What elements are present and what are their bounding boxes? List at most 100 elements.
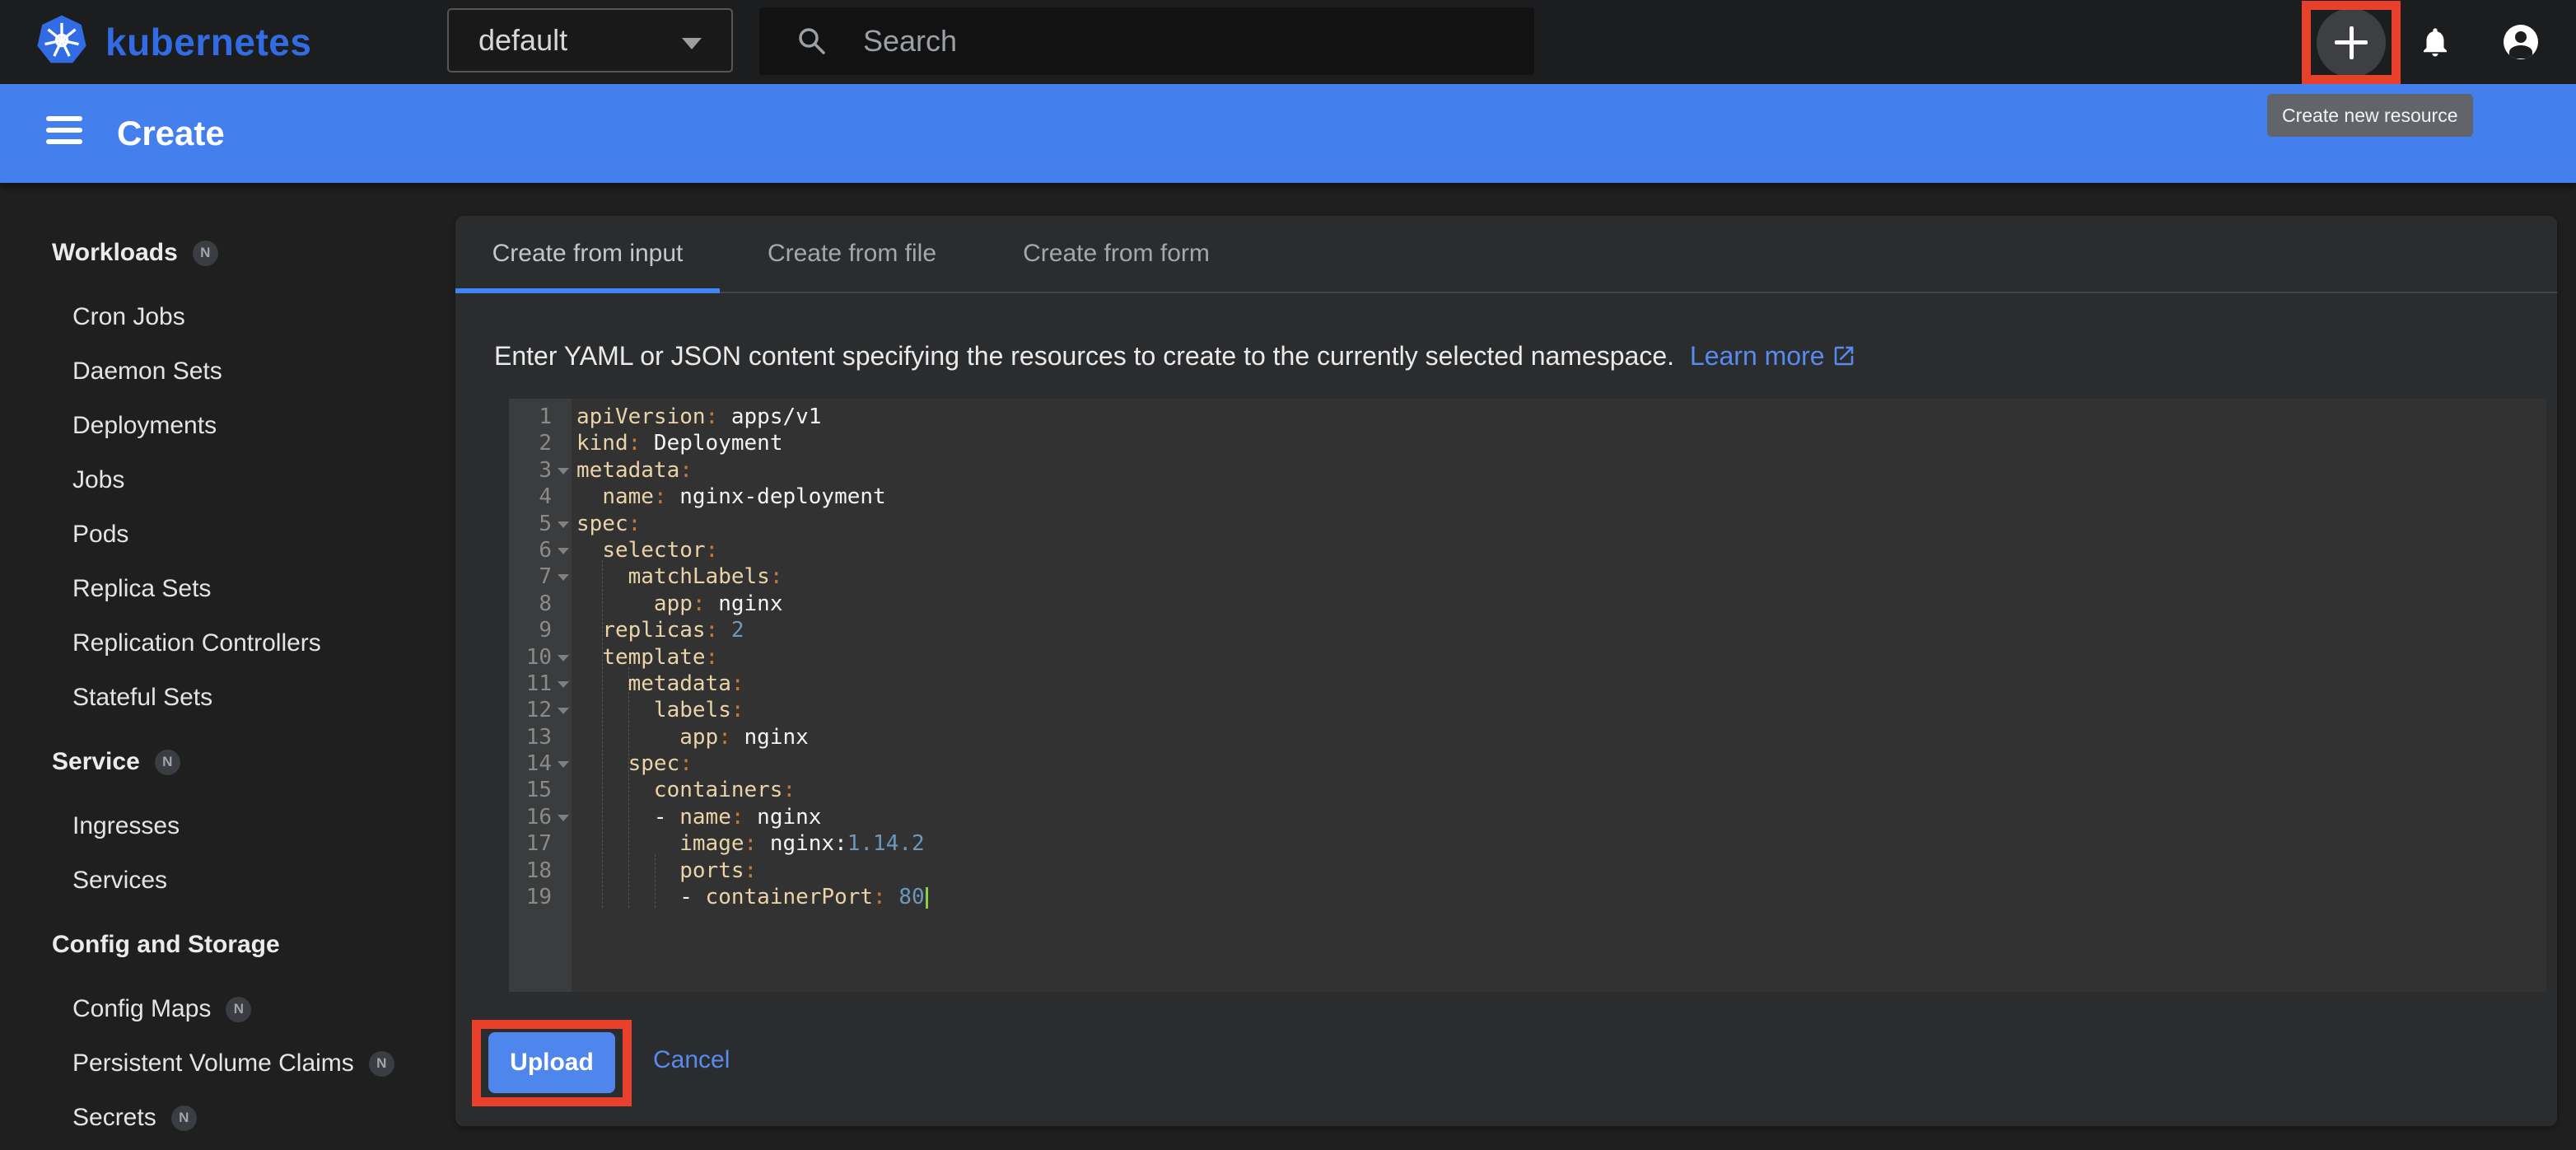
sidebar-item-pods[interactable]: Pods — [0, 507, 455, 562]
sidebar-item-config-maps[interactable]: Config MapsN — [0, 982, 455, 1036]
code-text: - containerPort: 80 — [572, 884, 928, 910]
menu-icon[interactable] — [46, 116, 82, 151]
code-text: apiVersion: apps/v1 — [572, 404, 821, 430]
notifications-icon[interactable] — [2418, 25, 2452, 63]
namespace-selected-value: default — [478, 23, 567, 58]
sidebar-section-workloads: Workloads N Cron JobsDaemon SetsDeployment… — [0, 226, 455, 725]
sidebar-header-service[interactable]: ServiceN — [0, 735, 455, 789]
sidebar-item-label: Services — [72, 867, 167, 895]
line-number: 4 — [509, 484, 572, 510]
line-number: 17 — [509, 830, 572, 857]
sidebar-item-label: Secrets — [72, 1104, 156, 1132]
sidebar-section-config-and-storage: Config and Storage Config MapsNPersistent… — [0, 918, 455, 1145]
fold-arrow-icon[interactable] — [558, 521, 569, 528]
sidebar-item-stateful-sets[interactable]: Stateful Sets — [0, 671, 455, 725]
namespace-selector[interactable]: default — [447, 8, 733, 72]
tab-create-from-file[interactable]: Create from file — [720, 216, 984, 292]
editor-line[interactable]: 11 metadata: — [509, 671, 2546, 697]
fold-arrow-icon[interactable] — [558, 468, 569, 474]
code-text: app: nginx — [572, 591, 782, 617]
line-number: 3 — [509, 457, 572, 484]
editor-line[interactable]: 1apiVersion: apps/v1 — [509, 404, 2546, 430]
editor-line[interactable]: 4 name: nginx-deployment — [509, 484, 2546, 510]
editor-line[interactable]: 5spec: — [509, 511, 2546, 537]
fold-arrow-icon[interactable] — [558, 815, 569, 821]
code-text: spec: — [572, 750, 693, 777]
sidebar-item-label: Replication Controllers — [72, 629, 321, 657]
account-icon[interactable] — [2504, 25, 2538, 59]
annotation-box-create-button — [2302, 1, 2401, 84]
page-title: Create — [117, 84, 225, 183]
editor-line[interactable]: 13 app: nginx — [509, 724, 2546, 750]
sidebar-header-config-and-storage[interactable]: Config and Storage — [0, 918, 455, 972]
editor-line[interactable]: 12 labels: — [509, 697, 2546, 723]
code-text: app: nginx — [572, 724, 809, 750]
line-number: 5 — [509, 511, 572, 537]
cancel-button[interactable]: Cancel — [653, 1046, 730, 1074]
line-number: 2 — [509, 430, 572, 456]
editor-line[interactable]: 18 ports: — [509, 858, 2546, 884]
namespaced-badge: N — [193, 241, 218, 266]
sidebar-item-jobs[interactable]: Jobs — [0, 453, 455, 507]
sidebar: Workloads N Cron JobsDaemon SetsDeployment… — [0, 226, 455, 1145]
sidebar-item-label: Ingresses — [72, 812, 180, 840]
sidebar-item-cron-jobs[interactable]: Cron Jobs — [0, 290, 455, 344]
line-number: 6 — [509, 537, 572, 563]
code-text: kind: Deployment — [572, 430, 782, 456]
code-text: template: — [572, 644, 718, 671]
sidebar-header-workloads[interactable]: Workloads N — [0, 226, 455, 280]
editor-line[interactable]: 7 matchLabels: — [509, 563, 2546, 590]
create-card: Create from input Create from file Create … — [455, 216, 2557, 1126]
code-text: image: nginx:1.14.2 — [572, 830, 925, 857]
yaml-editor[interactable]: 1apiVersion: apps/v12kind: Deployment3me… — [509, 399, 2546, 992]
editor-line[interactable]: 15 containers: — [509, 777, 2546, 803]
sidebar-item-persistent-volume-claims[interactable]: Persistent Volume ClaimsN — [0, 1036, 455, 1091]
line-number: 12 — [509, 697, 572, 723]
sidebar-header-label: Workloads — [52, 239, 178, 267]
kubernetes-logo[interactable]: kubernetes — [35, 0, 311, 84]
editor-line[interactable]: 14 spec: — [509, 750, 2546, 777]
sidebar-item-label: Jobs — [72, 466, 124, 494]
editor-line[interactable]: 16 - name: nginx — [509, 804, 2546, 830]
editor-line[interactable]: 10 template: — [509, 644, 2546, 671]
code-text: metadata: — [572, 457, 693, 484]
editor-line[interactable]: 19 - containerPort: 80 — [509, 884, 2546, 910]
fold-arrow-icon[interactable] — [558, 681, 569, 688]
fold-arrow-icon[interactable] — [558, 548, 569, 554]
search-icon — [796, 25, 828, 58]
editor-line[interactable]: 6 selector: — [509, 537, 2546, 563]
namespaced-badge: N — [171, 1106, 197, 1131]
line-number: 9 — [509, 617, 572, 643]
fold-arrow-icon[interactable] — [558, 655, 569, 661]
sidebar-item-services[interactable]: Services — [0, 853, 455, 908]
editor-line[interactable]: 17 image: nginx:1.14.2 — [509, 830, 2546, 857]
search-input[interactable] — [861, 23, 1534, 59]
sidebar-item-label: Replica Sets — [72, 575, 211, 603]
line-number: 13 — [509, 724, 572, 750]
line-number: 16 — [509, 804, 572, 830]
tab-create-from-form[interactable]: Create from form — [984, 216, 1248, 292]
sidebar-item-replication-controllers[interactable]: Replication Controllers — [0, 616, 455, 671]
fold-arrow-icon[interactable] — [558, 708, 569, 714]
line-number: 8 — [509, 591, 572, 617]
line-number: 11 — [509, 671, 572, 697]
fold-arrow-icon[interactable] — [558, 574, 569, 581]
code-text: selector: — [572, 537, 718, 563]
editor-line[interactable]: 8 app: nginx — [509, 591, 2546, 617]
learn-more-link[interactable]: Learn more — [1690, 341, 1825, 371]
editor-line[interactable]: 9 replicas: 2 — [509, 617, 2546, 643]
editor-line[interactable]: 2kind: Deployment — [509, 430, 2546, 456]
sidebar-item-daemon-sets[interactable]: Daemon Sets — [0, 344, 455, 399]
sidebar-item-deployments[interactable]: Deployments — [0, 399, 455, 453]
tab-create-from-input[interactable]: Create from input — [455, 216, 720, 292]
editor-line[interactable]: 3metadata: — [509, 457, 2546, 484]
sidebar-item-secrets[interactable]: Secrets N — [0, 1091, 455, 1145]
sidebar-item-ingresses[interactable]: Ingresses — [0, 799, 455, 853]
kubernetes-dashboard: kubernetes default — [0, 0, 2576, 1150]
fold-arrow-icon[interactable] — [558, 761, 569, 768]
tab-label: Create from file — [768, 240, 936, 268]
active-tab-indicator — [455, 288, 720, 293]
app-bar: Create — [0, 84, 2576, 183]
search-bar[interactable] — [759, 7, 1534, 75]
sidebar-item-replica-sets[interactable]: Replica Sets — [0, 562, 455, 616]
